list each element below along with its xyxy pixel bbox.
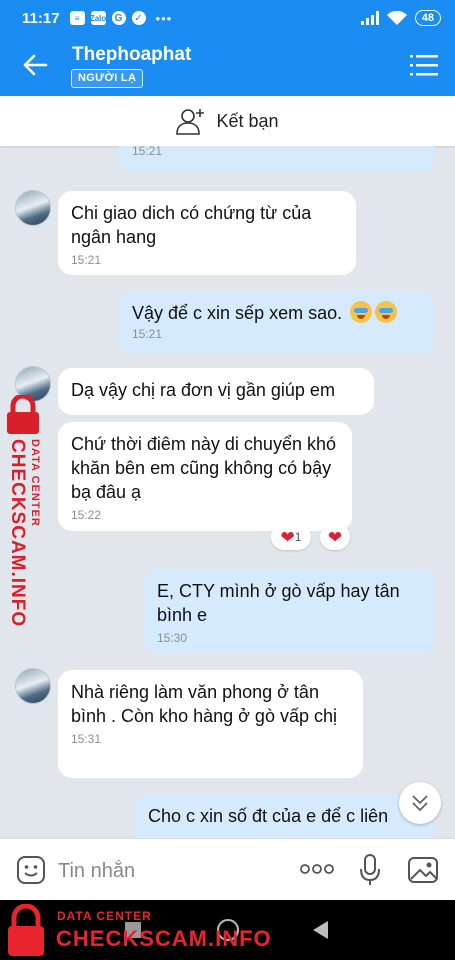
wifi-icon bbox=[386, 10, 407, 25]
watermark-top-text: DATA CENTER bbox=[29, 439, 41, 527]
react-heart-button[interactable]: ❤ bbox=[320, 524, 350, 550]
watermark-side: DATA CENTER CHECKSCAM.INFO bbox=[3, 395, 47, 627]
microphone-icon[interactable] bbox=[359, 853, 381, 887]
avatar[interactable] bbox=[15, 668, 51, 704]
reaction-summary[interactable]: ❤ 1 bbox=[271, 524, 311, 550]
heart-icon: ❤ bbox=[280, 527, 295, 547]
chevron-down-icon bbox=[412, 795, 428, 812]
watermark-lock-icon bbox=[8, 904, 44, 956]
add-friend-icon bbox=[176, 109, 205, 135]
more-notifications-icon: ••• bbox=[155, 10, 173, 26]
reaction-count: 1 bbox=[294, 530, 302, 544]
message-time: 15:21 bbox=[132, 146, 163, 158]
message-text: Dạ vậy chị ra đơn vị gần giúp em bbox=[71, 380, 335, 400]
battery-indicator: 48 bbox=[414, 10, 441, 26]
add-friend-button[interactable]: Kết bạn bbox=[0, 96, 455, 146]
message-text: Cho c xin số đt của e để c liên bbox=[148, 806, 389, 826]
message-bubble-outgoing[interactable]: E, CTY mình ở gò vấp hay tân bình e 15:3… bbox=[144, 569, 435, 653]
watermark-brand-text: CHECKSCAM.INFO bbox=[7, 439, 28, 628]
crying-face-emoji bbox=[350, 301, 373, 323]
status-time: 11:17 bbox=[22, 9, 60, 27]
menu-icon[interactable] bbox=[410, 52, 438, 78]
heart-icon: ❤ bbox=[327, 527, 343, 547]
watermark-lock-icon bbox=[7, 395, 39, 434]
contact-name[interactable]: Thephoaphat bbox=[72, 44, 191, 66]
message-time: 15:30 bbox=[157, 631, 188, 645]
message-text: E, CTY mình ở gò vấp hay tân bình e bbox=[157, 581, 400, 625]
message-bubble-incoming[interactable]: Dạ vậy chị ra đơn vị gần giúp em bbox=[58, 368, 374, 415]
add-friend-label: Kết bạn bbox=[216, 110, 279, 131]
chat-header: Thephoaphat NGƯỜI LẠ bbox=[0, 36, 455, 96]
image-icon[interactable] bbox=[407, 855, 439, 885]
stranger-badge: NGƯỜI LẠ bbox=[71, 69, 144, 88]
more-options-icon[interactable] bbox=[300, 863, 334, 875]
scroll-to-bottom-button[interactable] bbox=[399, 782, 441, 824]
zalo-icon: Zalo bbox=[90, 11, 106, 25]
message-text: Vậy để c xin sếp xem sao. bbox=[132, 301, 421, 325]
message-bubble-incoming[interactable]: Chi giao dich có chứng từ của ngân hang … bbox=[58, 191, 356, 275]
back-arrow-icon[interactable] bbox=[20, 50, 50, 80]
crying-face-emoji bbox=[375, 301, 398, 323]
google-icon: G bbox=[111, 11, 126, 25]
message-time: 15:22 bbox=[71, 508, 102, 522]
nav-back-button[interactable] bbox=[310, 919, 330, 941]
message-bubble-outgoing[interactable]: Cho c xin số đt của e để c liên bbox=[135, 794, 435, 838]
avatar[interactable] bbox=[15, 190, 51, 226]
watermark-brand-text: CHECKSCAM.INFO bbox=[56, 926, 272, 951]
message-text: Nhà riêng làm văn phong ở tân bình . Còn… bbox=[71, 682, 337, 726]
message-bubble-incoming[interactable]: Chứ thời điêm này di chuyển khó khăn bên… bbox=[58, 422, 352, 531]
message-bubble-incoming[interactable]: Nhà riêng làm văn phong ở tân bình . Còn… bbox=[58, 670, 363, 778]
message-input[interactable] bbox=[58, 857, 278, 885]
sticker-icon[interactable] bbox=[16, 855, 46, 885]
message-time: 15:21 bbox=[71, 253, 102, 267]
watermark-bottom: DATA CENTER CHECKSCAM.INFO bbox=[0, 900, 300, 960]
status-bar: 11:17 ≡ Zalo G ✓ ••• 48 bbox=[0, 0, 455, 36]
check-icon: ✓ bbox=[131, 11, 146, 25]
message-list[interactable]: 15:21 Chi giao dich có chứng từ của ngân… bbox=[0, 146, 455, 838]
message-bubble-outgoing[interactable]: Vậy để c xin sếp xem sao. 15:21 bbox=[119, 291, 435, 353]
message-time: 15:21 bbox=[132, 327, 163, 341]
message-text: Chi giao dich có chứng từ của ngân hang bbox=[71, 203, 312, 247]
notification-icons: ≡ Zalo G ✓ ••• bbox=[69, 10, 173, 26]
watermark-top-text: DATA CENTER bbox=[57, 909, 152, 923]
message-icon: ≡ bbox=[69, 11, 85, 25]
signal-icon bbox=[360, 11, 379, 25]
message-text: Chứ thời điêm này di chuyển khó khăn bên… bbox=[71, 434, 336, 502]
composer-bar bbox=[0, 838, 455, 900]
message-bubble-outgoing[interactable]: 15:21 bbox=[119, 146, 435, 172]
message-time: 15:31 bbox=[71, 732, 102, 746]
